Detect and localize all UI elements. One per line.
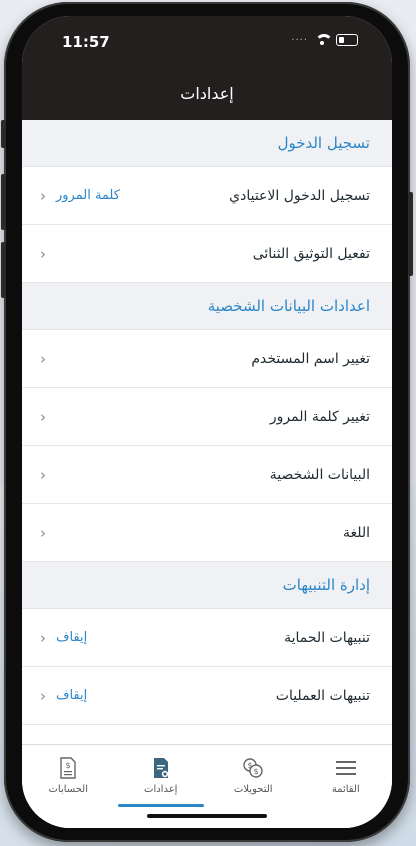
section-header-login: تسجيل الدخول (22, 120, 392, 167)
status-bar: 11:57 ···· (22, 16, 392, 72)
transfer-icon: $ $ (213, 755, 293, 781)
chevron-left-icon: ‹ (40, 523, 46, 542)
tab-accounts[interactable]: $ الحسابات (28, 755, 108, 828)
tab-menu[interactable]: القائمة (306, 755, 386, 828)
chevron-left-icon: ‹ (40, 349, 46, 368)
mute-switch (1, 120, 6, 148)
tab-bar: القائمة $ $ التحويلات إعدادات $ الحسابات (22, 744, 392, 828)
volume-up-button (1, 174, 6, 230)
svg-text:$: $ (254, 767, 259, 776)
signal-dots-icon: ···· (291, 34, 308, 46)
svg-text:$: $ (248, 761, 253, 770)
settings-list: تسجيل الدخول تسجيل الدخول الاعتيادي كلمة… (22, 120, 392, 725)
row-label: تغيير كلمة المرور (269, 408, 370, 425)
power-button (408, 192, 413, 276)
nav-bar: إعدادات (22, 72, 392, 120)
chevron-left-icon: ‹ (40, 186, 46, 205)
row-language[interactable]: اللغة ‹ (22, 504, 392, 562)
section-title: إدارة التنبيهات (282, 576, 370, 594)
row-label: اللغة (342, 524, 370, 541)
row-label: البيانات الشخصية (269, 466, 370, 483)
chevron-left-icon: ‹ (40, 628, 46, 647)
section-header-notifications: إدارة التنبيهات (22, 562, 392, 609)
active-tab-indicator (117, 804, 204, 807)
row-security-alerts[interactable]: تنبيهات الحماية إيقاف ‹ (22, 609, 392, 667)
home-indicator[interactable] (147, 814, 267, 818)
tab-label: القائمة (331, 784, 360, 795)
row-value: إيقاف (56, 630, 88, 645)
page-title: إعدادات (180, 84, 234, 103)
row-label: تسجيل الدخول الاعتيادي (229, 187, 370, 204)
row-change-username[interactable]: تغيير اسم المستخدم ‹ (22, 330, 392, 388)
row-value: كلمة المرور (56, 188, 120, 203)
chevron-left-icon: ‹ (40, 465, 46, 484)
chevron-left-icon: ‹ (40, 244, 46, 263)
tab-label: إعدادات (144, 784, 178, 795)
settings-doc-icon (121, 755, 201, 781)
phone-frame: 11:57 ···· إعدادات تسجيل الدخول تسجيل ال… (1, 2, 413, 842)
row-label: تنبيهات الحماية (284, 629, 370, 646)
menu-icon (306, 755, 386, 781)
row-label: تفعيل التوثيق الثنائى (252, 245, 370, 262)
row-two-factor[interactable]: تفعيل التوثيق الثنائى ‹ (22, 225, 392, 283)
status-icons: ···· (291, 34, 358, 46)
accounts-doc-icon: $ (28, 755, 108, 781)
row-label: تغيير اسم المستخدم (251, 350, 370, 367)
row-value: إيقاف (56, 688, 88, 703)
section-title: تسجيل الدخول (277, 134, 370, 152)
section-header-personal-settings: اعدادات البيانات الشخصية (22, 283, 392, 330)
screen: 11:57 ···· إعدادات تسجيل الدخول تسجيل ال… (22, 16, 392, 828)
row-default-login[interactable]: تسجيل الدخول الاعتيادي كلمة المرور ‹ (22, 167, 392, 225)
chevron-left-icon: ‹ (40, 407, 46, 426)
svg-text:$: $ (66, 761, 71, 770)
section-title: اعدادات البيانات الشخصية (207, 297, 370, 315)
tab-label: الحسابات (48, 784, 89, 795)
row-label: تنبيهات العمليات (275, 687, 370, 704)
battery-icon (336, 34, 358, 46)
status-time: 11:57 (62, 33, 110, 51)
tab-label: التحويلات (233, 784, 273, 795)
wifi-icon (314, 34, 333, 46)
chevron-left-icon: ‹ (40, 686, 46, 705)
row-transaction-alerts[interactable]: تنبيهات العمليات إيقاف ‹ (22, 667, 392, 725)
row-personal-data[interactable]: البيانات الشخصية ‹ (22, 446, 392, 504)
row-change-password[interactable]: تغيير كلمة المرور ‹ (22, 388, 392, 446)
volume-down-button (1, 242, 6, 298)
